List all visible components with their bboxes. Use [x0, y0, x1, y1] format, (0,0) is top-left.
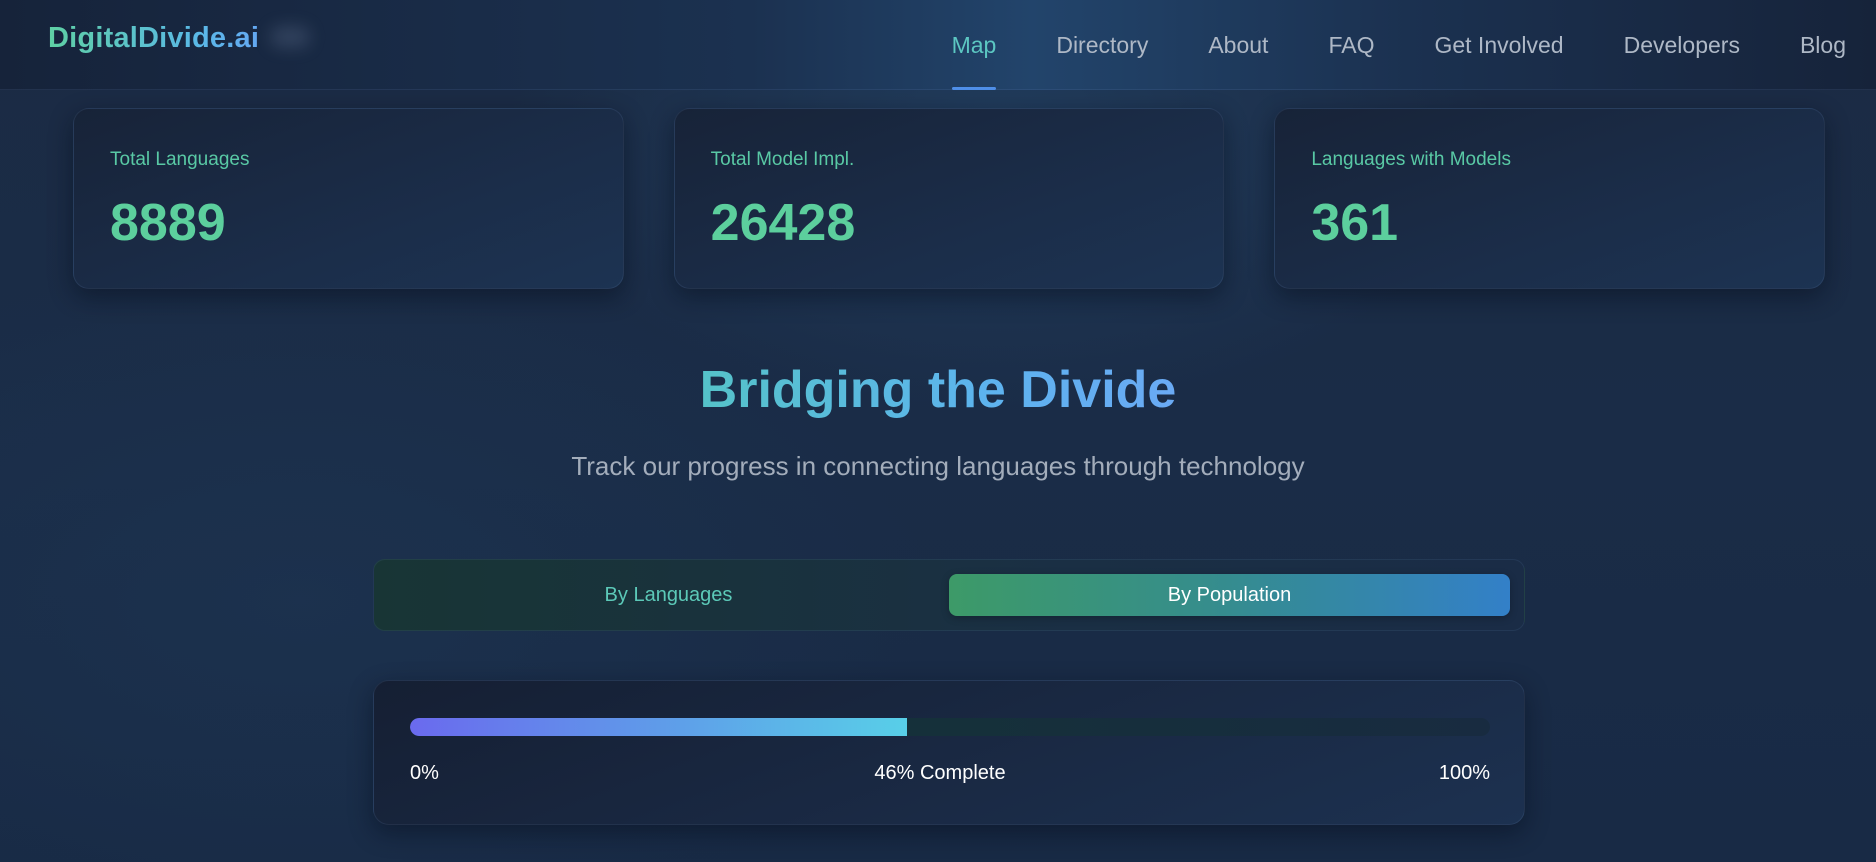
progress-card: 0% 46% Complete 100%	[373, 680, 1525, 825]
nav-item-faq[interactable]: FAQ	[1298, 0, 1404, 90]
toggle-by-population[interactable]: By Population	[949, 574, 1510, 616]
stat-value: 8889	[110, 194, 226, 252]
main-nav: Map Directory About FAQ Get Involved Dev…	[922, 0, 1846, 90]
nav-item-about[interactable]: About	[1178, 0, 1298, 90]
site-logo[interactable]: DigitalDivide.ai	[48, 22, 259, 55]
nav-item-map[interactable]: Map	[922, 0, 1027, 90]
stat-label: Total Model Impl.	[710, 149, 855, 170]
view-toggle: By Languages By Population	[373, 559, 1525, 631]
progress-fill	[410, 718, 907, 736]
nav-item-developers[interactable]: Developers	[1594, 0, 1770, 90]
stat-label: Languages with Models	[1311, 149, 1511, 170]
nav-item-get-involved[interactable]: Get Involved	[1404, 0, 1593, 90]
nav-item-directory[interactable]: Directory	[1026, 0, 1178, 90]
stats-row: Total Languages 8889 Total Model Impl. 2…	[73, 108, 1826, 289]
progress-labels: 0% 46% Complete 100%	[410, 762, 1490, 788]
toggle-by-languages[interactable]: By Languages	[388, 574, 949, 616]
top-nav-bar: DigitalDivide.ai Map Directory About FAQ…	[0, 0, 1876, 90]
logo-glow-decoration	[270, 26, 310, 48]
stat-card-languages-with-models: Languages with Models 361	[1274, 108, 1826, 289]
stat-card-total-model-impl: Total Model Impl. 26428	[673, 108, 1225, 289]
hero-title-text: Bridging the Divide	[699, 361, 1177, 419]
stat-value: 26428	[710, 194, 856, 252]
progress-track	[410, 718, 1490, 736]
hero-title: Bridging the Divide	[0, 360, 1876, 420]
progress-max-label: 100%	[1438, 762, 1490, 784]
progress-status-label: 46% Complete	[874, 762, 1006, 784]
stat-value: 361	[1311, 194, 1399, 252]
nav-item-blog[interactable]: Blog	[1770, 0, 1846, 90]
stat-card-total-languages: Total Languages 8889	[73, 108, 624, 289]
hero-subtitle: Track our progress in connecting languag…	[571, 451, 1305, 481]
stat-label: Total Languages	[110, 149, 250, 170]
